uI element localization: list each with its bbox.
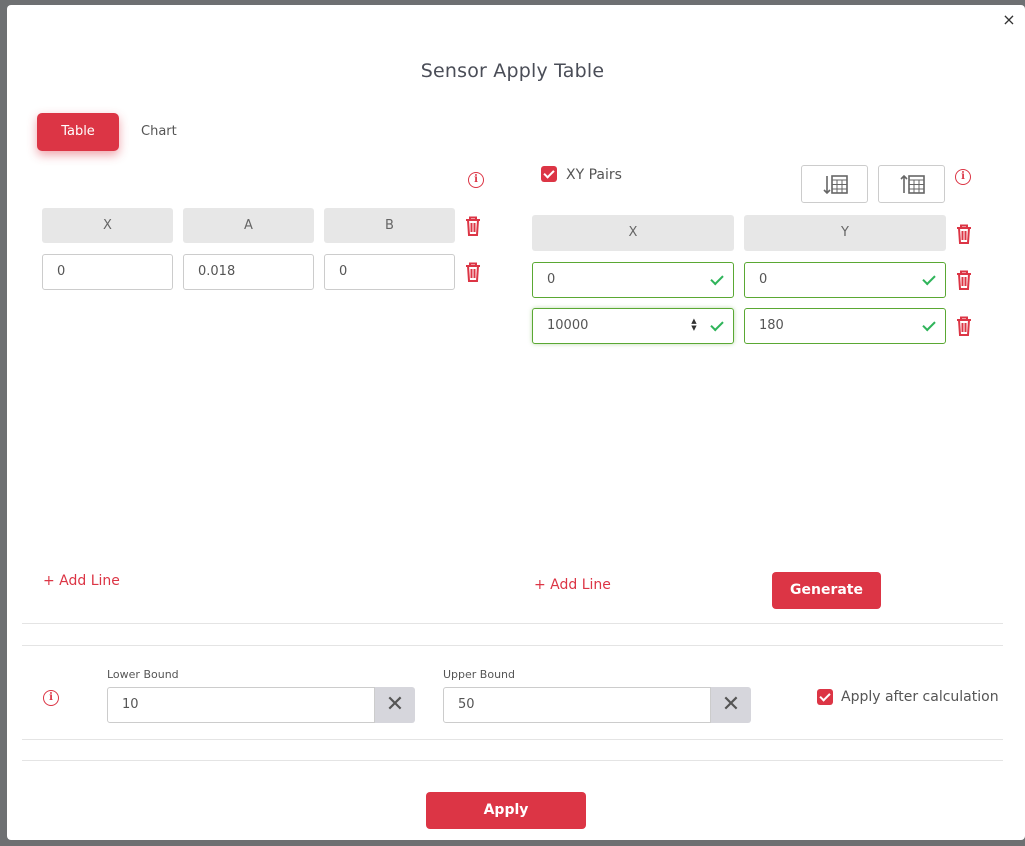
- lower-bound-label: Lower Bound: [107, 668, 179, 681]
- upper-bound-input[interactable]: 50: [443, 687, 711, 723]
- divider: [22, 739, 1003, 740]
- delete-row-icon[interactable]: [463, 261, 483, 283]
- xy-header-x: X: [532, 215, 734, 251]
- dialog-title: Sensor Apply Table: [420, 60, 605, 82]
- clear-upper-bound-icon[interactable]: ✕: [711, 687, 751, 723]
- delete-pair-row1-icon[interactable]: [954, 269, 974, 291]
- divider: [22, 623, 1003, 624]
- divider: [22, 645, 1003, 646]
- xy-row2-y-input[interactable]: 180: [744, 308, 946, 344]
- xy-row2-y-value: 180: [759, 318, 784, 333]
- number-spinner-icon[interactable]: ▲ ▼: [689, 318, 699, 334]
- lower-bound-input[interactable]: 10: [107, 687, 375, 723]
- apply-after-calculation-checkbox[interactable]: [817, 689, 833, 705]
- sort-ascending-button[interactable]: [878, 165, 945, 203]
- tab-chart[interactable]: Chart: [141, 113, 177, 151]
- xy-row1-y-input[interactable]: 0: [744, 262, 946, 298]
- tab-table[interactable]: Table: [37, 113, 119, 151]
- upper-bound-label: Upper Bound: [443, 668, 516, 681]
- generate-button[interactable]: Generate: [772, 572, 881, 609]
- xy-row2-x-value: 10000: [547, 318, 589, 333]
- coeff-header-x: X: [42, 208, 173, 243]
- coeff-input-b[interactable]: 0: [324, 254, 455, 290]
- delete-pair-row2-icon[interactable]: [954, 315, 974, 337]
- xy-row1-y-value: 0: [759, 272, 768, 287]
- coeff-header-b: B: [324, 208, 455, 243]
- xy-row1-x-input[interactable]: 0: [532, 262, 734, 298]
- coeff-input-a[interactable]: 0.018: [183, 254, 314, 290]
- valid-check-icon: [710, 317, 724, 332]
- xy-pairs-info-icon[interactable]: i: [955, 169, 971, 185]
- table-sort-down-icon: [823, 175, 848, 195]
- xy-row1-x-value: 0: [547, 272, 556, 287]
- apply-after-calculation-label: Apply after calculation: [841, 689, 999, 705]
- close-icon[interactable]: ×: [995, 8, 1023, 32]
- clear-lower-bound-icon[interactable]: ✕: [375, 687, 415, 723]
- table-sort-up-icon: [900, 174, 925, 194]
- xy-row2-x-input[interactable]: 10000 ▲ ▼: [532, 308, 734, 344]
- coefficients-info-icon[interactable]: i: [468, 172, 484, 188]
- valid-check-icon: [922, 317, 936, 332]
- coeff-input-x[interactable]: 0: [42, 254, 173, 290]
- xy-header-y: Y: [744, 215, 946, 251]
- coefficients-add-line-button[interactable]: + Add Line: [43, 573, 120, 589]
- xy-pairs-checkbox[interactable]: [541, 166, 557, 182]
- bounds-info-icon[interactable]: i: [43, 690, 59, 706]
- xy-pairs-add-line-button[interactable]: + Add Line: [534, 577, 611, 593]
- delete-all-coefficients-icon[interactable]: [463, 215, 483, 237]
- apply-button[interactable]: Apply: [426, 792, 586, 829]
- coeff-header-a: A: [183, 208, 314, 243]
- divider: [22, 760, 1003, 761]
- valid-check-icon: [922, 271, 936, 286]
- sort-descending-button[interactable]: [801, 165, 868, 203]
- xy-pairs-label: XY Pairs: [566, 167, 622, 183]
- delete-all-pairs-icon[interactable]: [954, 223, 974, 245]
- valid-check-icon: [710, 271, 724, 286]
